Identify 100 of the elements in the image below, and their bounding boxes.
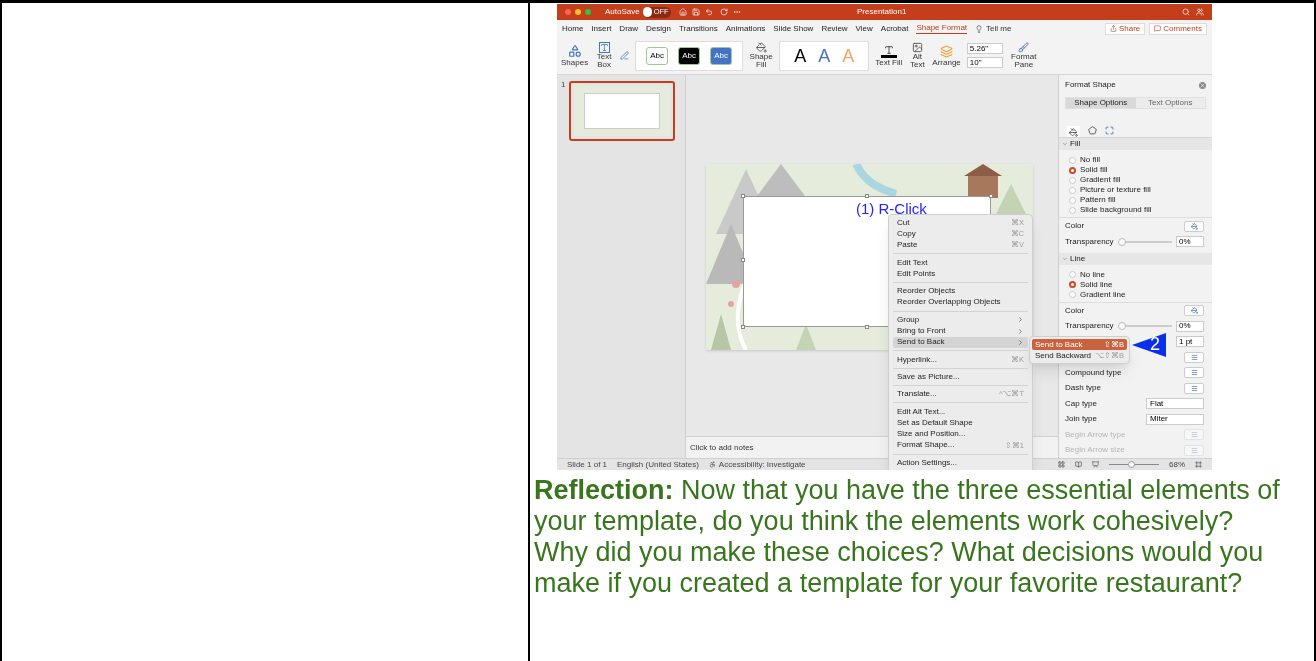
ribbon-tab[interactable]: Animations	[725, 23, 766, 34]
text-fill-icon	[880, 44, 897, 58]
lines-icon	[1190, 353, 1198, 361]
radio-button[interactable]	[1069, 291, 1076, 298]
slider-track[interactable]	[1117, 325, 1172, 328]
menu-item[interactable]: Set as Default Shape	[893, 417, 1028, 429]
paint-bucket-icon	[755, 42, 767, 53]
line-style-dropdown[interactable]	[1184, 382, 1204, 394]
slide-show-icon[interactable]	[1092, 461, 1099, 468]
ribbon-tab[interactable]: Shape Format	[916, 23, 968, 34]
text-box-button[interactable]: Text Box	[594, 42, 615, 69]
width-field[interactable]: 1 pt	[1176, 336, 1204, 348]
slider-thumb[interactable]	[1117, 322, 1126, 331]
option-label: No line	[1080, 270, 1105, 279]
close-window-icon[interactable]	[565, 9, 571, 15]
radio-button[interactable]	[1069, 271, 1076, 278]
ribbon-tab[interactable]: Home	[562, 23, 584, 34]
lines-icon	[1190, 431, 1198, 439]
close-icon[interactable]	[1199, 81, 1206, 89]
lines-icon	[1190, 446, 1198, 454]
normal-view-icon[interactable]	[1058, 461, 1065, 468]
radio-button[interactable]	[1069, 206, 1076, 214]
ribbon-tab[interactable]: Slide Show	[773, 23, 814, 34]
zoom-thumb[interactable]	[1128, 461, 1136, 468]
save-icon[interactable]	[691, 8, 700, 16]
language-status[interactable]: English (United States)	[617, 460, 699, 469]
minimize-window-icon[interactable]	[575, 9, 581, 15]
zoom-window-icon[interactable]	[585, 9, 591, 15]
ribbon-tab[interactable]: Insert	[591, 23, 612, 34]
row-label: Transparency	[1065, 237, 1114, 246]
ribbon-tab[interactable]: View	[855, 23, 873, 34]
lightbulb-icon	[975, 24, 984, 33]
radio-button[interactable]	[1069, 166, 1076, 174]
search-icon[interactable]	[1182, 8, 1190, 16]
color-picker-button[interactable]	[1184, 305, 1204, 316]
people-icon[interactable]	[1196, 8, 1204, 16]
menu-item[interactable]: Action Settings...	[893, 457, 1028, 469]
ribbon-tab[interactable]: Draw	[619, 23, 639, 34]
ribbon-tab[interactable]: Design	[646, 23, 671, 34]
alt-text-button[interactable]: Alt Text	[908, 42, 927, 69]
section-header[interactable]: Fill	[1059, 138, 1212, 150]
select-field[interactable]: Flat	[1146, 398, 1204, 410]
shapes-button[interactable]: Shapes	[561, 44, 589, 67]
radio-button[interactable]	[1069, 176, 1076, 184]
accessibility-icon	[708, 461, 716, 468]
shape-style-swatch[interactable]: Abc	[646, 46, 669, 65]
shapes-icon	[567, 44, 582, 58]
menu-item[interactable]: Send to Back	[893, 336, 1028, 348]
edit-shape-icon[interactable]	[620, 51, 630, 60]
option-label: Pattern fill	[1080, 196, 1116, 204]
ribbon-tab[interactable]: Acrobat	[880, 23, 909, 34]
fit-to-window-icon[interactable]	[1195, 461, 1202, 468]
radio-button[interactable]	[1069, 281, 1076, 288]
accessibility-status[interactable]: Accessibility: Investigate	[718, 460, 806, 469]
height-field[interactable]: 5.26"	[966, 43, 1003, 54]
percent-field[interactable]: 0%	[1176, 320, 1204, 332]
arrange-button[interactable]: Arrange	[932, 44, 961, 67]
more-icon[interactable]	[732, 8, 741, 16]
comments-button[interactable]: Comments	[1149, 22, 1207, 35]
slider-track[interactable]	[1117, 240, 1172, 243]
shape-fill-button[interactable]: Shape Fill	[749, 42, 774, 69]
wordart-style[interactable]: A	[818, 45, 831, 66]
radio-button[interactable]	[1069, 196, 1076, 204]
menu-item[interactable]: Save as Picture...	[893, 371, 1028, 383]
ribbon-tab[interactable]: Transitions	[678, 23, 718, 34]
menu-item[interactable]: Edit Alt Text...	[893, 405, 1028, 418]
text-fill-button[interactable]: Text Fill	[875, 44, 903, 67]
reading-view-icon[interactable]	[1075, 461, 1082, 468]
width-field[interactable]: 10"	[966, 57, 1003, 68]
slide-thumbnail[interactable]	[569, 81, 676, 141]
paint-bucket-icon[interactable]	[1069, 128, 1078, 137]
shape-style-swatch[interactable]: Abc	[710, 46, 733, 65]
pentagon-icon[interactable]	[1088, 126, 1097, 135]
wordart-style[interactable]: A	[794, 45, 807, 66]
layers-icon	[940, 44, 954, 58]
size-icon[interactable]	[1105, 126, 1114, 135]
slider-thumb[interactable]	[1117, 237, 1126, 246]
line-style-dropdown[interactable]	[1184, 351, 1204, 363]
percent-field[interactable]: 0%	[1176, 236, 1204, 248]
notes-placeholder: Click to add notes	[690, 443, 754, 452]
shape-style-swatch[interactable]: Abc	[678, 46, 701, 65]
line-style-dropdown[interactable]	[1184, 367, 1204, 379]
lines-icon	[1190, 384, 1198, 392]
select-field[interactable]: Miter	[1146, 413, 1204, 425]
color-picker-button[interactable]	[1184, 220, 1204, 232]
radio-button[interactable]	[1069, 186, 1076, 194]
format-pane-button[interactable]: Format Pane	[1008, 42, 1039, 69]
undo-icon[interactable]	[704, 8, 713, 16]
radio-button[interactable]	[1069, 156, 1076, 164]
pane-tab[interactable]: Text Options	[1135, 97, 1205, 108]
share-button[interactable]: Share	[1104, 22, 1146, 35]
section-title: Fill	[1070, 140, 1081, 148]
chevron-down-icon	[1062, 255, 1068, 262]
section-header[interactable]: Line	[1059, 252, 1212, 265]
home-icon[interactable]	[678, 8, 687, 16]
ribbon-tab[interactable]: Review	[821, 23, 848, 34]
tell-me-field[interactable]: Tell me	[986, 24, 1012, 33]
pane-tab[interactable]: Shape Options	[1066, 97, 1136, 108]
redo-icon[interactable]	[719, 8, 728, 16]
slide-number: 1	[561, 81, 566, 91]
